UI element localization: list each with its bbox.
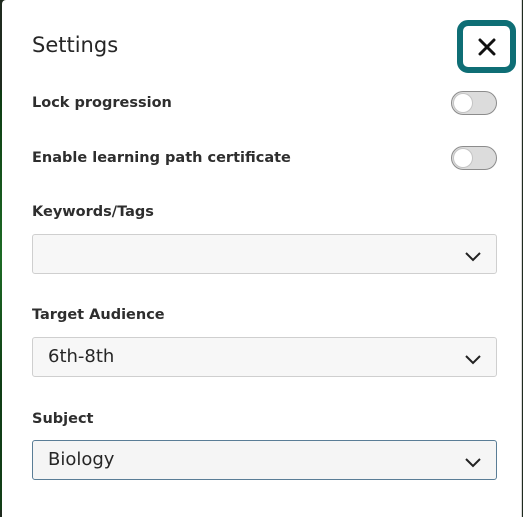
close-icon bbox=[478, 38, 496, 56]
subject-select[interactable]: Biology bbox=[32, 440, 497, 480]
subject-label: Subject bbox=[32, 411, 94, 427]
subject-value: Biology bbox=[48, 449, 115, 470]
chevron-down-icon bbox=[464, 248, 482, 267]
lock-progression-toggle[interactable] bbox=[451, 91, 497, 115]
certificate-toggle[interactable] bbox=[451, 146, 497, 170]
close-button[interactable] bbox=[457, 20, 516, 73]
lock-progression-row: Lock progression bbox=[32, 91, 497, 117]
keywords-label: Keywords/Tags bbox=[32, 204, 154, 220]
target-audience-label: Target Audience bbox=[32, 307, 165, 323]
settings-panel: Settings Lock progression Enable learnin… bbox=[2, 0, 522, 517]
target-audience-select[interactable]: 6th-8th bbox=[32, 337, 497, 377]
certificate-row: Enable learning path certificate bbox=[32, 146, 497, 172]
lock-progression-label: Lock progression bbox=[32, 95, 172, 111]
keywords-select[interactable] bbox=[32, 234, 497, 274]
certificate-label: Enable learning path certificate bbox=[32, 150, 291, 166]
chevron-down-icon bbox=[464, 351, 482, 370]
settings-title: Settings bbox=[32, 33, 119, 57]
toggle-knob bbox=[454, 94, 472, 112]
chevron-down-icon bbox=[464, 454, 482, 473]
target-audience-value: 6th-8th bbox=[48, 346, 115, 367]
toggle-knob bbox=[454, 149, 472, 167]
